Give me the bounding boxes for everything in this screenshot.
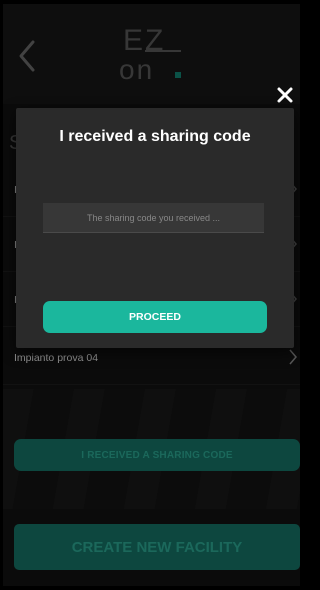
proceed-button[interactable]: PROCEED — [43, 301, 267, 333]
dialog-title: I received a sharing code — [59, 128, 251, 145]
sharing-code-input[interactable] — [43, 203, 264, 233]
close-button[interactable] — [274, 84, 296, 106]
sharing-code-dialog: I received a sharing code PROCEED — [16, 108, 294, 348]
app-screen: EZ on S I I I Impianto prova 04 I RECEIV… — [3, 4, 300, 586]
close-icon — [277, 87, 293, 103]
